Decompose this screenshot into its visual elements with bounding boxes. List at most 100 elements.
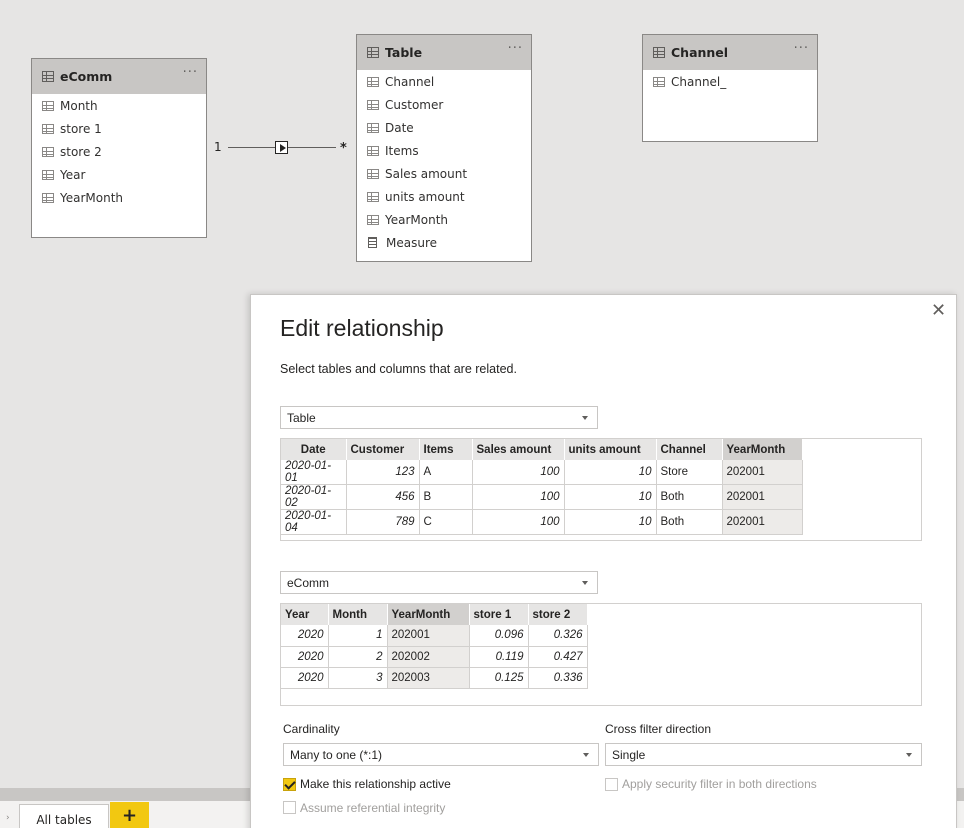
more-options-icon[interactable]: ··· [508,41,523,56]
relationship-many-label: * [340,141,347,156]
more-options-icon[interactable]: ··· [794,41,809,56]
table-cell: Both [656,509,723,535]
column-header[interactable]: store 2 [528,604,588,625]
table-cell: 456 [346,484,420,510]
field-label: Sales amount [385,166,468,181]
chevron-down-icon [582,581,588,585]
add-layout-button[interactable]: + [110,802,149,828]
more-options-icon[interactable]: ··· [183,65,198,80]
table-card-header[interactable]: Table ··· [357,35,531,70]
ecomm-table-card[interactable]: eComm ··· Month store 1 store 2 Year Yea… [31,58,207,238]
column-icon [42,192,54,203]
referential-integrity-label[interactable]: Assume referential integrity [300,801,445,815]
column-icon [367,191,379,202]
column-header[interactable]: store 1 [469,604,529,625]
table-icon [653,47,665,58]
field-label: Date [385,120,414,135]
first-table-select[interactable]: Table [280,406,598,429]
column-icon [42,146,54,157]
column-header[interactable]: units amount [564,439,657,460]
field-row[interactable]: Month [32,94,206,117]
column-icon [367,214,379,225]
column-header[interactable]: Sales amount [472,439,565,460]
security-filter-checkbox[interactable] [605,778,618,791]
table-cell: Both [656,484,723,510]
second-table-select[interactable]: eComm [280,571,598,594]
cross-filter-select[interactable]: Single [605,743,922,766]
field-row[interactable]: Sales amount [357,162,531,185]
tab-all-tables[interactable]: All tables [19,804,109,828]
table-row: 2020 2 202002 0.119 0.427 [281,646,588,668]
chevron-down-icon [906,753,912,757]
column-icon [367,145,379,156]
scroll-left-icon[interactable]: › [6,813,10,823]
close-icon[interactable]: ✕ [931,300,946,321]
column-icon [42,100,54,111]
field-row[interactable]: Date [357,116,531,139]
table-cell: 2020-01-02 [281,484,347,510]
measure-label: Measure [386,235,437,250]
first-table-select-value: Table [287,410,316,425]
table-cell: 0.125 [469,667,529,689]
channel-card-header[interactable]: Channel ··· [643,35,817,70]
column-header[interactable]: Customer [346,439,420,460]
column-header[interactable]: Items [419,439,473,460]
field-label: units amount [385,189,465,204]
table-row: 2020-01-04 789 C 100 10 Both 202001 [281,509,803,535]
column-header-selected[interactable]: YearMonth [387,604,470,625]
table-header-row: Year Month YearMonth store 1 store 2 [281,604,588,625]
table-cell: 100 [472,509,565,535]
cardinality-select[interactable]: Many to one (*:1) [283,743,599,766]
field-row[interactable]: Year [32,163,206,186]
column-icon [653,76,665,87]
field-row[interactable]: Items [357,139,531,162]
table-cell: B [419,484,473,510]
make-active-label[interactable]: Make this relationship active [300,777,451,791]
field-row[interactable]: Channel [357,70,531,93]
measure-row[interactable]: Measure [357,231,531,254]
field-row[interactable]: YearMonth [32,186,206,209]
table-cell: 0.427 [528,646,588,668]
table-cell: 0.336 [528,667,588,689]
channel-card-title: Channel [671,45,729,60]
column-icon [42,169,54,180]
field-row[interactable]: Customer [357,93,531,116]
dialog-subtitle: Select tables and columns that are relat… [280,362,517,376]
cross-filter-select-value: Single [612,747,646,762]
table-cell: 0.096 [469,625,529,647]
field-row[interactable]: units amount [357,185,531,208]
column-header[interactable]: Year [281,604,329,625]
field-row[interactable]: store 2 [32,140,206,163]
field-label: store 2 [60,144,102,159]
table-cell: 2020 [281,667,329,689]
chevron-down-icon [583,753,589,757]
column-icon [367,168,379,179]
column-header[interactable]: Month [328,604,388,625]
field-row[interactable]: store 1 [32,117,206,140]
field-label: Month [60,98,98,113]
column-header-selected[interactable]: YearMonth [722,439,803,460]
field-row[interactable]: Channel_ [643,70,817,93]
ecomm-card-header[interactable]: eComm ··· [32,59,206,94]
referential-integrity-checkbox[interactable] [283,801,296,814]
make-active-checkbox[interactable] [283,778,296,791]
channel-table-card[interactable]: Channel ··· Channel_ [642,34,818,142]
field-row[interactable]: YearMonth [357,208,531,231]
table-cell-selected: 202001 [387,625,470,647]
filter-direction-arrow-icon[interactable] [275,141,288,154]
table-cell: 123 [346,460,420,485]
table-cell: 789 [346,509,420,535]
table-table-card[interactable]: Table ··· Channel Customer Date Items Sa… [356,34,532,262]
table-icon [42,71,54,82]
second-table-preview: Year Month YearMonth store 1 store 2 202… [280,603,922,706]
table-cell: Store [656,460,723,485]
second-table-grid: Year Month YearMonth store 1 store 2 202… [281,604,588,689]
column-header[interactable]: Channel [656,439,723,460]
first-table-grid: Date Customer Items Sales amount units a… [281,439,803,535]
ecomm-card-title: eComm [60,69,113,84]
table-cell: 0.119 [469,646,529,668]
calculator-icon [368,237,377,248]
column-header[interactable]: Date [281,439,347,460]
column-icon [367,99,379,110]
security-filter-label[interactable]: Apply security filter in both directions [622,777,817,791]
